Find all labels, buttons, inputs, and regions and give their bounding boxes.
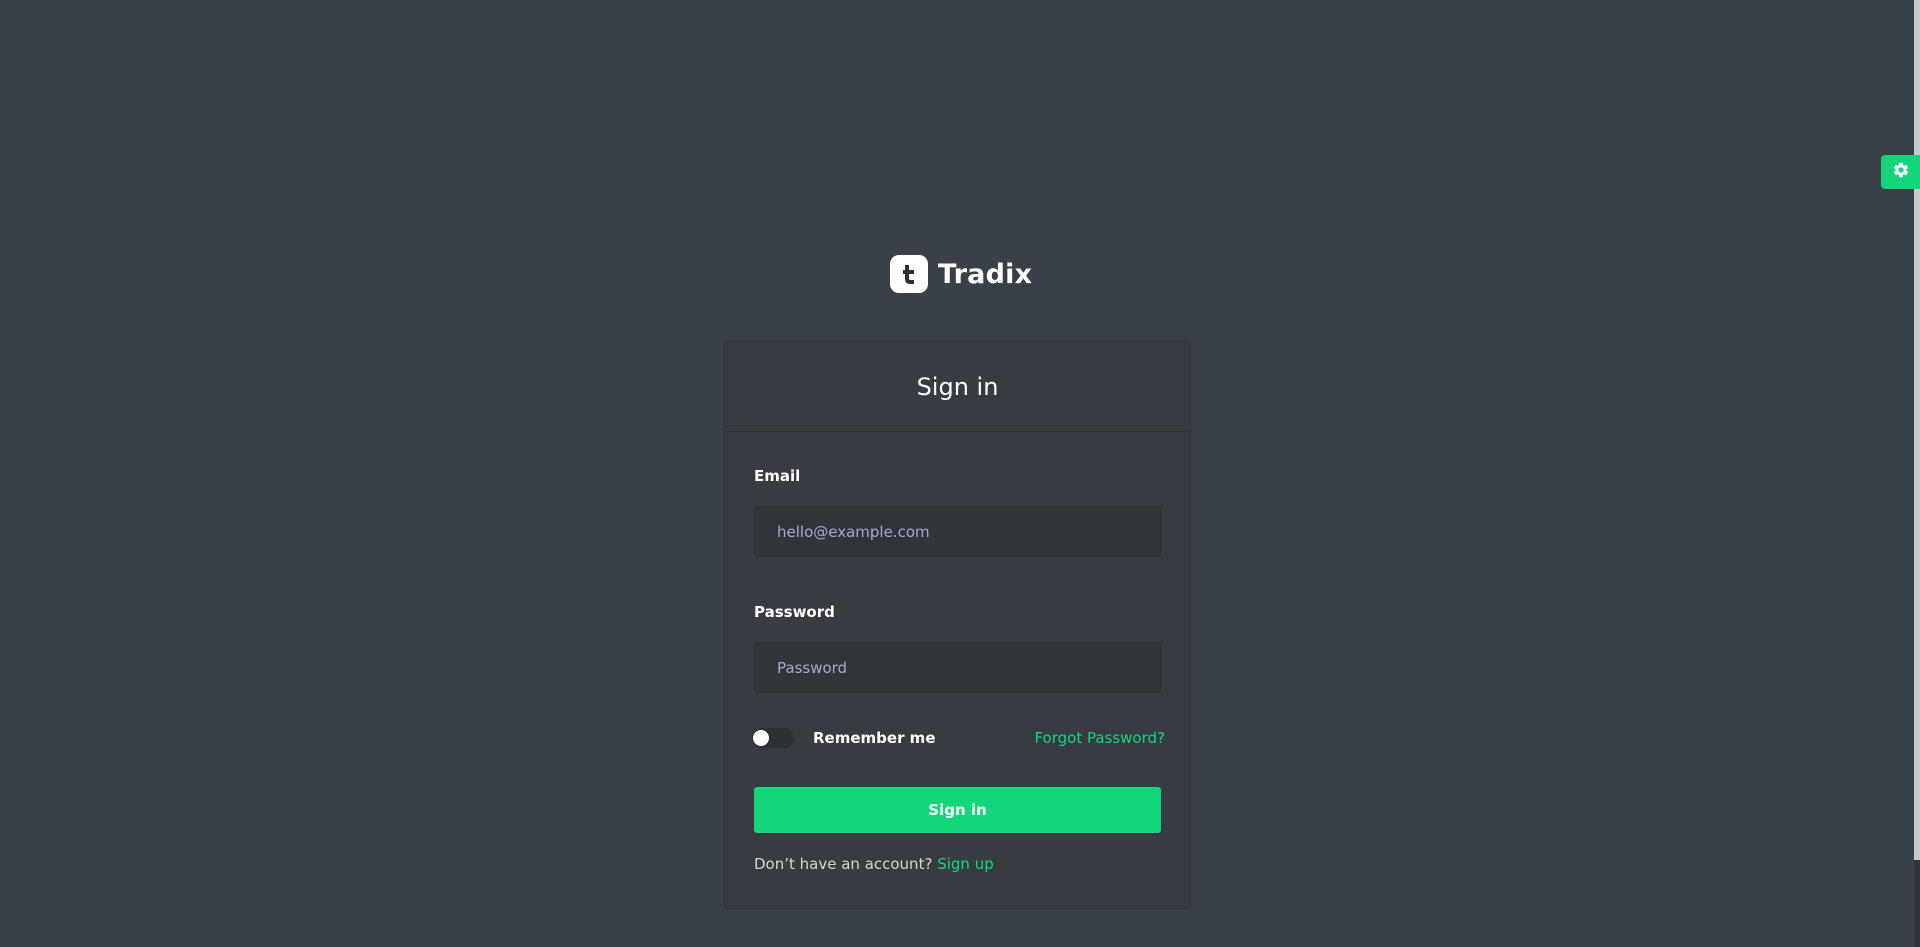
signin-title: Sign in xyxy=(916,372,999,401)
toggle-knob xyxy=(753,730,769,746)
signin-options-row: Remember me Forgot Password? xyxy=(752,727,1165,749)
signin-page: Tradix Sign in Email Password Remember m… xyxy=(0,0,1920,947)
remember-me-label: Remember me xyxy=(813,729,936,747)
signup-prompt-row: Don’t have an account? Sign up xyxy=(754,855,1161,873)
signin-form: Email Password Remember me Forgot Passwo… xyxy=(725,467,1190,873)
signin-card-header: Sign in xyxy=(725,342,1190,432)
forgot-password-link[interactable]: Forgot Password? xyxy=(1034,729,1165,747)
settings-button[interactable] xyxy=(1881,155,1920,189)
scrollbar-thumb[interactable] xyxy=(1914,0,1920,860)
signin-button[interactable]: Sign in xyxy=(754,787,1161,833)
remember-me: Remember me xyxy=(752,728,936,748)
brand-name: Tradix xyxy=(938,258,1033,290)
password-field[interactable] xyxy=(754,642,1161,693)
logo-mark-icon xyxy=(890,255,928,293)
signup-link[interactable]: Sign up xyxy=(937,855,994,873)
password-label: Password xyxy=(754,603,835,621)
signin-card: Sign in Email Password Remember me Forgo… xyxy=(724,341,1191,909)
email-field[interactable] xyxy=(754,506,1161,557)
gear-icon xyxy=(1892,161,1910,184)
vertical-scrollbar[interactable] xyxy=(1914,0,1920,947)
brand-logo[interactable]: Tradix xyxy=(890,255,1032,293)
remember-me-toggle[interactable] xyxy=(752,728,794,748)
signup-prompt-text: Don’t have an account? xyxy=(754,855,933,873)
email-label: Email xyxy=(754,467,801,485)
